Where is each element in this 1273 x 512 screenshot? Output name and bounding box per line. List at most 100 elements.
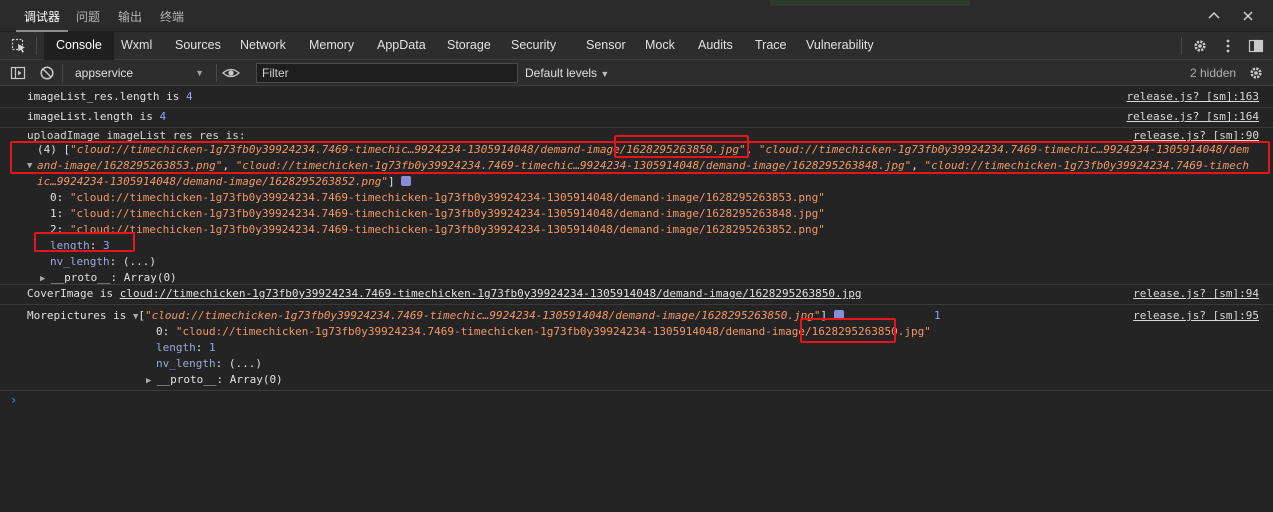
tab-terminal[interactable]: 终端 (160, 0, 184, 32)
item-value: "cloud://timechicken-1g73fb0y39924234.74… (69, 223, 825, 236)
source-link[interactable]: release.js? [sm]:95 (1133, 308, 1259, 324)
tab-wxml[interactable]: Wxml (121, 32, 152, 60)
console-message: imageList.length is 4 release.js? [sm]:1… (0, 108, 1273, 128)
tab-network[interactable]: Network (240, 32, 286, 60)
tab-trace[interactable]: Trace (755, 32, 787, 60)
log-levels-dropdown[interactable]: Default levels ▼ (525, 63, 609, 83)
array-close-bracket: ] (388, 175, 395, 188)
hidden-count: 2 hidden (1190, 66, 1237, 80)
info-icon (401, 176, 412, 186)
item-value: "cloud://timechicken-1g73fb0y39924234.74… (69, 191, 825, 204)
item-value-suffix: .jpg" (897, 325, 931, 338)
prop-key: __proto__ (50, 271, 111, 284)
prop-key: length (156, 341, 196, 354)
array-item: 0: "cloud://timechicken-1g73fb0y39924234… (50, 191, 825, 204)
item-value: "cloud://timechicken-1g73fb0y39924234.74… (69, 207, 825, 220)
console-settings-gear-icon[interactable] (1248, 65, 1264, 81)
array-count: 1 (934, 309, 941, 322)
log-line: imageList_res.length is 4 (27, 89, 193, 105)
gear-icon[interactable] (1192, 38, 1208, 54)
array-preview-value: "cloud://timechicken-1g73fb0y39924234.74… (145, 309, 821, 322)
highlight-box (34, 232, 135, 252)
log-value: 4 (185, 90, 193, 103)
clear-console-icon[interactable] (39, 65, 55, 81)
close-panel-icon[interactable] (1240, 9, 1256, 25)
expand-triangle-icon: ▶ (146, 376, 157, 386)
prop-key: nv_length (156, 357, 216, 370)
log-line: imageList.length is 4 (27, 109, 166, 125)
log-levels-label: Default levels (525, 66, 598, 80)
prop-key: __proto__ (156, 373, 217, 386)
array-nv-length-prop[interactable]: nv_length: (...) (156, 356, 262, 372)
console-prompt[interactable]: › (10, 393, 17, 407)
tab-problems[interactable]: 问题 (76, 0, 100, 32)
divider (1181, 37, 1182, 55)
inspect-element-icon[interactable] (11, 38, 27, 54)
context-select-value: appservice (75, 66, 134, 80)
eye-icon[interactable] (222, 65, 240, 81)
expand-triangle-icon: ▶ (40, 274, 51, 284)
log-text: Morepictures is (27, 309, 133, 322)
tab-mock[interactable]: Mock (645, 32, 675, 60)
prop-value: (...) (122, 255, 156, 268)
log-value: 4 (159, 110, 167, 123)
prop-value: Array(0) (123, 271, 177, 284)
prop-key: nv_length (50, 255, 110, 268)
console-message: Morepictures is ▼["cloud://timechicken-1… (0, 305, 1273, 391)
console-message: imageList_res.length is 4 release.js? [s… (0, 87, 1273, 108)
divider (216, 64, 217, 82)
log-line: CoverImage is cloud://timechicken-1g73fb… (27, 286, 861, 302)
dock-side-icon[interactable] (1248, 38, 1264, 54)
highlight-box (614, 135, 749, 158)
array-preview-value: ic…9924234-1305914048/demand-image/16282… (37, 175, 388, 188)
log-text: imageList.length is (27, 110, 160, 123)
array-nv-length-prop[interactable]: nv_length: (...) (50, 254, 156, 270)
maximize-panel-icon[interactable] (1206, 9, 1222, 25)
item-key: 0 (156, 325, 163, 338)
item-key: 0 (50, 191, 57, 204)
array-length-prop: length: 1 (156, 341, 216, 354)
tab-audits[interactable]: Audits (698, 32, 733, 60)
array-item: 2: "cloud://timechicken-1g73fb0y39924234… (50, 223, 825, 236)
tab-sources[interactable]: Sources (175, 32, 221, 60)
prop-value: (...) (228, 357, 262, 370)
tab-storage[interactable]: Storage (447, 32, 491, 60)
sidebar-toggle-icon[interactable] (10, 65, 26, 81)
panel-tab-bar: 调试器 问题 输出 终端 (0, 0, 1273, 32)
tab-memory[interactable]: Memory (309, 32, 354, 60)
divider (62, 64, 63, 82)
context-select[interactable]: appservice ▼ (69, 63, 210, 83)
tab-output[interactable]: 输出 (118, 0, 142, 32)
source-link[interactable]: release.js? [sm]:163 (1127, 89, 1259, 105)
console-message: CoverImage is cloud://timechicken-1g73fb… (0, 285, 1273, 305)
source-link[interactable]: release.js? [sm]:164 (1127, 109, 1259, 125)
log-text: CoverImage is (27, 287, 120, 300)
log-text: imageList_res.length is (27, 90, 186, 103)
filter-input[interactable] (256, 63, 518, 83)
array-proto-prop[interactable]: ▶ __proto__: Array(0) (146, 372, 283, 388)
divider (36, 37, 37, 55)
item-key: 1 (50, 207, 57, 220)
tab-debugger[interactable]: 调试器 (15, 0, 69, 32)
tab-security[interactable]: Security (511, 32, 556, 60)
tab-console[interactable]: Console (44, 32, 114, 60)
console-output: imageList_res.length is 4 release.js? [s… (0, 87, 1273, 512)
prop-value: 1 (209, 341, 216, 354)
item-value-prefix: "cloud://timechicken-1g73fb0y39924234.74… (175, 325, 812, 338)
tab-vulnerability[interactable]: Vulnerability (806, 32, 874, 60)
editor-peek-strip (770, 0, 970, 6)
source-link[interactable]: release.js? [sm]:94 (1133, 286, 1259, 302)
array-item: 1: "cloud://timechicken-1g73fb0y39924234… (50, 207, 825, 220)
more-icon[interactable] (1220, 38, 1236, 54)
prop-value: Array(0) (229, 373, 283, 386)
highlight-box (800, 318, 896, 343)
tab-appdata[interactable]: AppData (377, 32, 426, 60)
array-preview-line-3: ic…9924234-1305914048/demand-image/16282… (37, 174, 412, 190)
cover-image-link[interactable]: cloud://timechicken-1g73fb0y39924234.746… (120, 287, 862, 300)
log-line[interactable]: Morepictures is ▼["cloud://timechicken-1… (27, 308, 844, 324)
chevron-down-icon: ▼ (195, 68, 204, 78)
tab-sensor[interactable]: Sensor (586, 32, 626, 60)
chevron-down-icon: ▼ (600, 69, 610, 79)
array-proto-prop[interactable]: ▶ __proto__: Array(0) (40, 270, 177, 286)
devtools-tab-bar: Console Wxml Sources Network Memory AppD… (0, 32, 1273, 60)
